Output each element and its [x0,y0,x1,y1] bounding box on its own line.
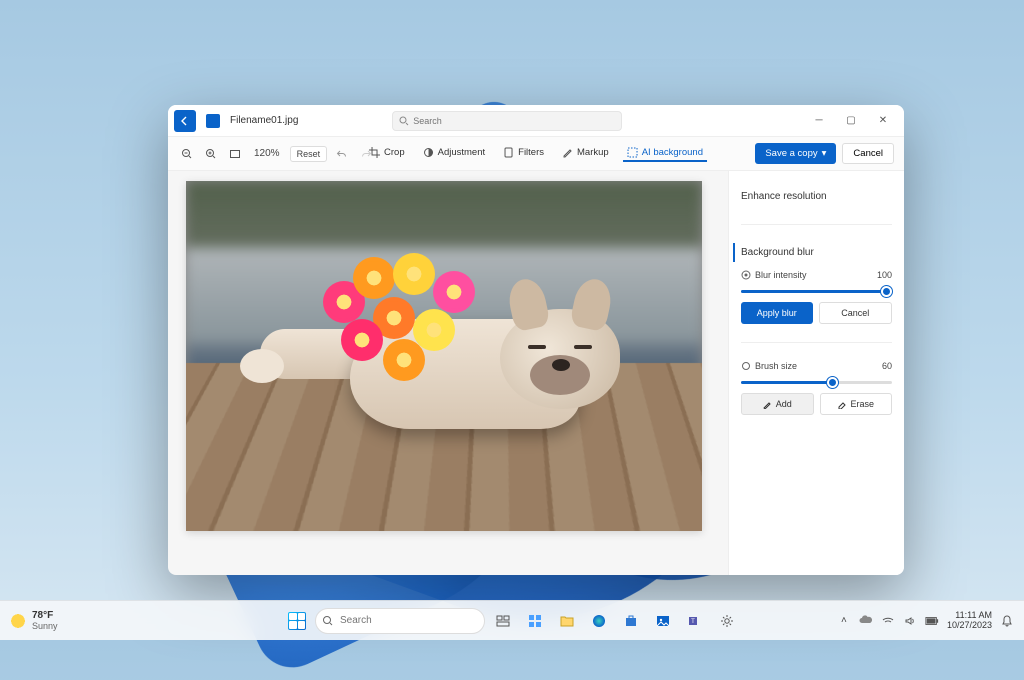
explorer-icon[interactable] [553,607,581,635]
cancel-blur-button[interactable]: Cancel [819,302,893,324]
brush-size-value: 60 [882,361,892,371]
blur-icon [741,270,751,280]
tool-adjustment[interactable]: Adjustment [419,145,490,162]
canvas[interactable] [168,171,728,575]
taskbar: 78°F Sunny T ˄ 11:11 AM 10/27/2023 [0,600,1024,640]
onedrive-icon[interactable] [859,614,873,628]
weather-condition: Sunny [32,621,58,631]
undo-icon[interactable] [333,145,351,163]
taskbar-search[interactable] [315,608,485,634]
temperature: 78°F [32,610,58,621]
chevron-down-icon: ▾ [822,148,827,159]
volume-icon[interactable] [903,614,917,628]
toolbar: 120% Reset Crop Adjustment Filters Marku… [168,137,904,171]
svg-text:T: T [691,619,695,625]
photos-app-window: Filename01.jpg ─ ▢ ✕ 120% Reset Crop Adj… [168,105,904,575]
zoom-in-icon[interactable] [202,145,220,163]
settings-icon[interactable] [713,607,741,635]
date: 10/27/2023 [947,621,992,631]
reset-button[interactable]: Reset [290,146,328,162]
chevron-up-icon[interactable]: ˄ [837,614,851,628]
maximize-button[interactable]: ▢ [836,107,866,135]
brush-add-button[interactable]: Add [741,393,814,415]
minimize-button[interactable]: ─ [804,107,834,135]
weather-widget[interactable]: 78°F Sunny [10,610,58,631]
search-box[interactable] [392,111,622,131]
side-panel: Enhance resolution Background blur Blur … [728,171,904,575]
brush-size-label: Brush size [755,361,797,371]
blur-intensity-value: 100 [877,270,892,280]
enhance-resolution-header[interactable]: Enhance resolution [741,187,892,206]
wifi-icon[interactable] [881,614,895,628]
filename: Filename01.jpg [230,115,298,126]
taskbar-search-input[interactable] [340,615,472,626]
brush-erase-button[interactable]: Erase [820,393,893,415]
background-blur-header[interactable]: Background blur [733,243,892,262]
search-input[interactable] [413,116,615,126]
teams-icon[interactable]: T [681,607,709,635]
task-view-icon[interactable] [489,607,517,635]
photo-preview [186,181,702,531]
file-icon [206,114,220,128]
save-button[interactable]: Save a copy▾ [755,143,836,164]
blur-intensity-label: Blur intensity [755,270,807,280]
battery-icon[interactable] [925,614,939,628]
apply-blur-button[interactable]: Apply blur [741,302,813,324]
close-button[interactable]: ✕ [868,107,898,135]
zoom-out-icon[interactable] [178,145,196,163]
tool-markup[interactable]: Markup [558,145,613,162]
edge-icon[interactable] [585,607,613,635]
search-icon [399,116,409,126]
title-bar: Filename01.jpg ─ ▢ ✕ [168,105,904,137]
tool-ai-background[interactable]: AI background [623,145,707,162]
start-button[interactable] [283,607,311,635]
cancel-button[interactable]: Cancel [842,143,894,164]
fit-icon[interactable] [226,145,244,163]
photos-icon[interactable] [649,607,677,635]
brush-size-slider[interactable] [741,375,892,389]
widgets-icon[interactable] [521,607,549,635]
system-tray: ˄ 11:11 AM 10/27/2023 [837,611,1014,631]
blur-intensity-slider[interactable] [741,284,892,298]
tool-crop[interactable]: Crop [365,145,409,162]
zoom-level: 120% [250,148,284,159]
tool-filters[interactable]: Filters [499,145,548,162]
back-button[interactable] [174,110,196,132]
search-icon [322,615,334,627]
sun-icon [10,613,26,629]
clock[interactable]: 11:11 AM 10/27/2023 [947,611,992,631]
brush-icon [741,361,751,371]
notifications-icon[interactable] [1000,614,1014,628]
store-icon[interactable] [617,607,645,635]
